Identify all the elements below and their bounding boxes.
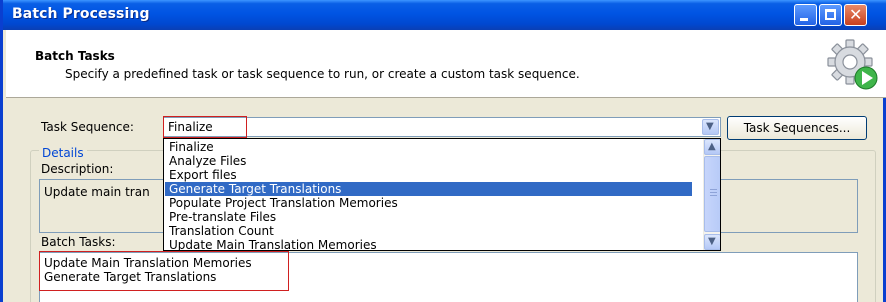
- dropdown-item-analyze-files[interactable]: Analyze Files: [165, 154, 692, 168]
- dropdown-scrollbar[interactable]: ▲ ▼: [703, 139, 720, 250]
- dropdown-item-export-files[interactable]: Export files: [165, 168, 692, 182]
- grip-line: [710, 195, 717, 196]
- minimize-button[interactable]: [794, 4, 817, 26]
- batch-tasks-highlight: [39, 251, 289, 291]
- dropdown-item-generate-target-translations[interactable]: Generate Target Translations: [165, 182, 692, 196]
- scroll-up-button[interactable]: ▲: [704, 139, 720, 155]
- details-legend: Details: [39, 146, 87, 160]
- chevron-up-icon: ▲: [708, 141, 716, 152]
- minimize-icon: [800, 18, 808, 21]
- scrollbar-thumb[interactable]: [704, 156, 720, 232]
- maximize-icon: [825, 9, 836, 20]
- header-band: Batch Tasks Specify a predefined task or…: [6, 30, 886, 98]
- batch-tasks-label: Batch Tasks:: [41, 235, 116, 249]
- close-icon: ✕: [849, 5, 863, 24]
- grip-line: [710, 189, 717, 190]
- scroll-down-button[interactable]: ▼: [704, 234, 720, 250]
- gear-icon: [827, 39, 878, 90]
- description-label: Description:: [41, 162, 114, 176]
- header-subtitle: Specify a predefined task or task sequen…: [65, 67, 580, 81]
- combo-value-highlight: [163, 116, 247, 138]
- task-sequence-dropdown-list[interactable]: Finalize Analyze Files Export files Gene…: [163, 138, 721, 251]
- window-title: Batch Processing: [12, 6, 150, 22]
- title-bar[interactable]: Batch Processing ✕: [3, 0, 886, 30]
- dropdown-item-finalize[interactable]: Finalize: [165, 140, 692, 154]
- description-text: Update main tran: [44, 185, 150, 199]
- combo-dropdown-button[interactable]: ▼: [702, 119, 719, 135]
- dropdown-item-translation-count[interactable]: Translation Count: [165, 224, 692, 238]
- header-title: Batch Tasks: [35, 49, 115, 63]
- chevron-down-icon: ▼: [708, 236, 716, 247]
- dropdown-item-pre-translate-files[interactable]: Pre-translate Files: [165, 210, 692, 224]
- chevron-down-icon: ▼: [706, 121, 714, 132]
- batch-processing-window: Batch Processing ✕ Batch Tasks Specify a…: [0, 0, 886, 302]
- grip-line: [710, 192, 717, 193]
- close-button[interactable]: ✕: [844, 4, 867, 26]
- task-sequence-label: Task Sequence:: [41, 120, 134, 134]
- maximize-button[interactable]: [819, 4, 842, 26]
- task-sequences-button[interactable]: Task Sequences...: [727, 116, 867, 140]
- dropdown-item-update-main-tm[interactable]: Update Main Translation Memories: [165, 238, 692, 250]
- dropdown-item-populate-project-tm[interactable]: Populate Project Translation Memories: [165, 196, 692, 210]
